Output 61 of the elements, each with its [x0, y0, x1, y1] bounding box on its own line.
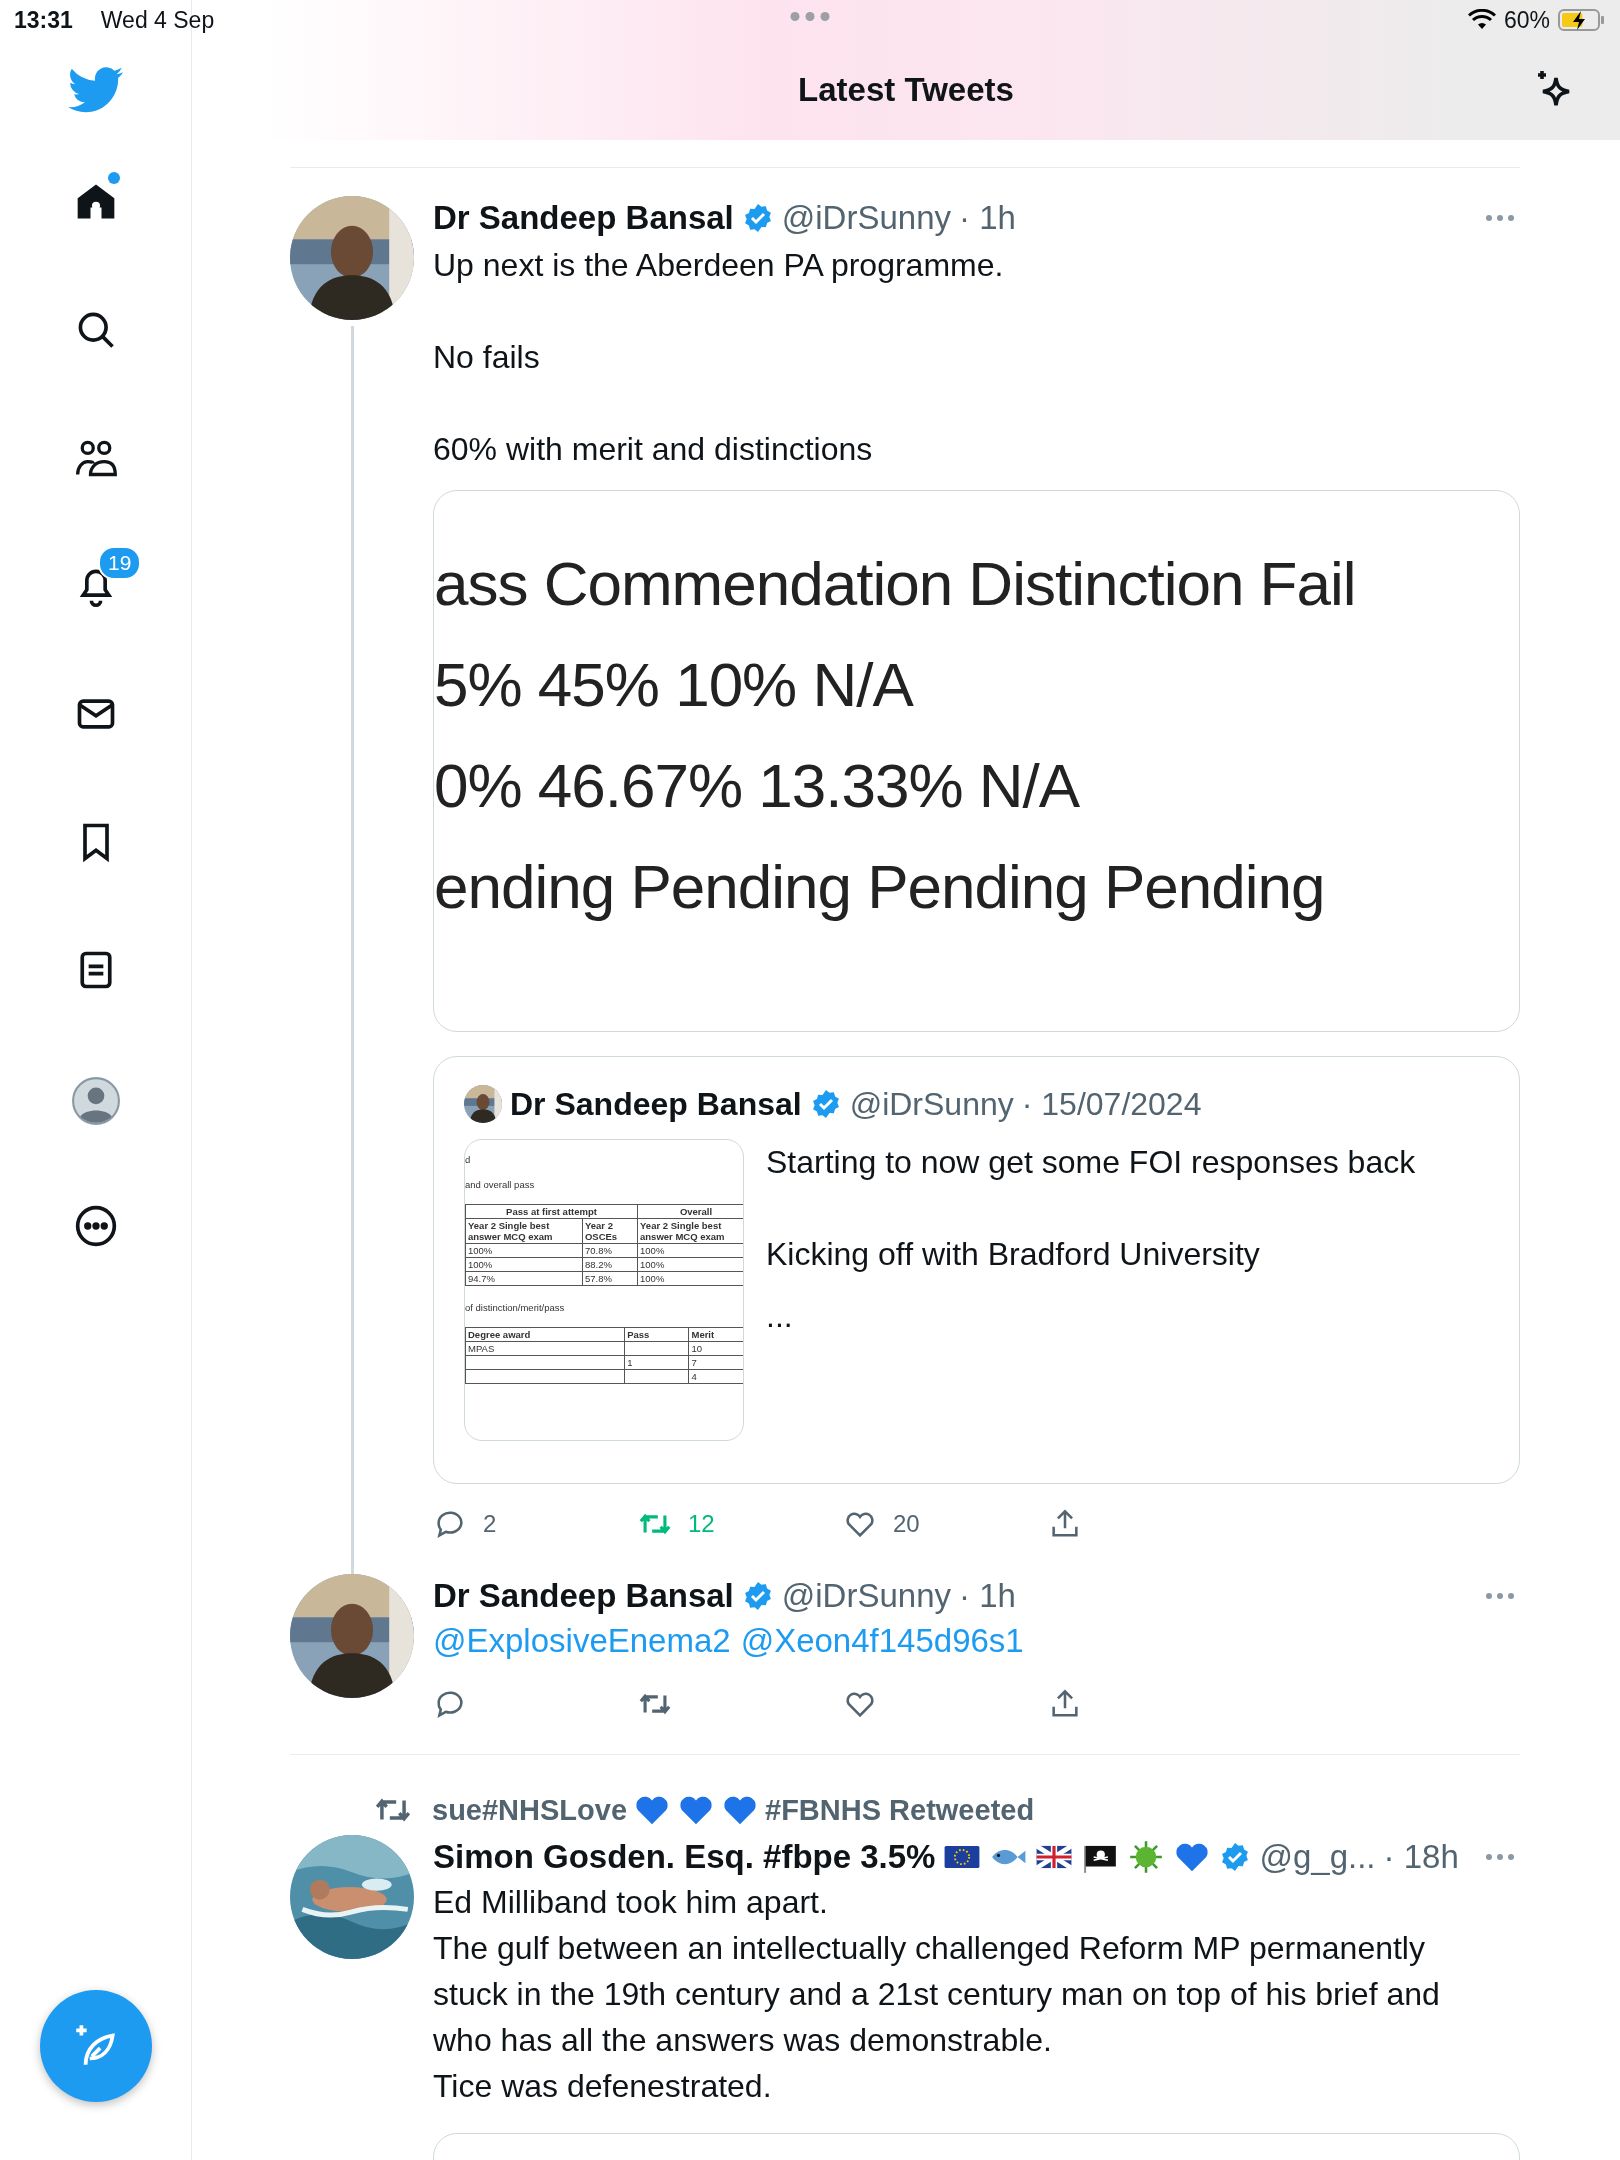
table-cell: Pass	[624, 1327, 689, 1342]
document-text: d	[465, 1154, 472, 1165]
author-name[interactable]: Dr Sandeep Bansal	[433, 196, 734, 240]
document-text: and overall pass	[465, 1179, 536, 1190]
retweeted-label: #FBNHS Retweeted	[765, 1793, 1035, 1827]
tweet-text: No fails	[433, 338, 541, 377]
tweet-image[interactable]: ass Commendation Distinction Fail 5% 45% 10% N/A 0% 46.67% 13.33% N/A ending Pending Pending Pending	[433, 490, 1520, 1032]
tweet-time: · 18h	[1383, 1837, 1459, 1877]
reply-count: 2	[483, 1510, 497, 1538]
tweet-text: Ed Milliband took him apart. The gulf between an intellectually challenged Reform MP permanently stuck in the 19th century and a 21st century man on top of his brief and who has all the answers was demonstrable. Tice was defenestrated.	[433, 1883, 1441, 2106]
profile-icon[interactable]	[70, 1076, 121, 1126]
tweet-text: 60% with merit and distinctions	[433, 430, 874, 469]
table-cell: 88.2%	[582, 1257, 638, 1272]
author-handle: @iDrSunny	[849, 1085, 1014, 1123]
wifi-icon	[1467, 9, 1496, 31]
status-date: Wed 4 Sep	[100, 6, 215, 34]
tweet-time: · 1h	[959, 198, 1016, 238]
battery-percent: 60%	[1503, 6, 1550, 34]
author-name[interactable]: Dr Sandeep Bansal	[433, 1574, 734, 1618]
table-cell: MPAS	[465, 1341, 625, 1356]
table-cell: Merit	[688, 1327, 743, 1342]
compose-button[interactable]	[40, 1990, 152, 2102]
document-text: of distinction/merit/pass	[465, 1302, 566, 1313]
more-options-icon[interactable]	[1484, 1852, 1516, 1862]
table-cell: Degree award	[465, 1327, 625, 1342]
status-time: 13:31	[14, 6, 73, 34]
author-handle: @iDrSunny	[781, 198, 951, 238]
notification-badge: 19	[98, 546, 142, 580]
tweet-text: ...	[766, 1297, 794, 1336]
tweet-time: · 1h	[959, 1576, 1016, 1616]
more-options-icon[interactable]	[1484, 213, 1516, 223]
like-count: 20	[893, 1510, 920, 1538]
quoted-tweet[interactable]	[433, 1056, 1520, 1484]
tweet-text: Starting to now get some FOI responses back	[766, 1143, 1416, 1182]
page-title: Latest Tweets	[798, 71, 1014, 109]
table-cell: 100%	[465, 1257, 583, 1272]
table-cell: Year 2 OSCEs	[582, 1218, 638, 1244]
more-options-icon[interactable]	[1484, 1591, 1516, 1601]
author-handle: @iDrSunny	[781, 1576, 951, 1616]
image-text: 0% 46.67% 13.33% N/A	[434, 750, 1081, 822]
image-text: ass Commendation Distinction Fail	[434, 548, 1357, 620]
table-cell: 100%	[465, 1243, 583, 1258]
table-cell: 94.7%	[465, 1271, 583, 1286]
table-cell: 57.8%	[582, 1271, 638, 1286]
table-cell: 1	[624, 1355, 689, 1370]
author-name: Dr Sandeep Bansal	[510, 1085, 802, 1123]
author-name[interactable]: Simon Gosden. Esq. #fbpe 3.5%	[433, 1835, 936, 1879]
author-handle: @g_g...	[1259, 1837, 1376, 1877]
retweet-count: 12	[688, 1510, 715, 1538]
table-cell: 70.8%	[582, 1243, 638, 1258]
table-cell: Overall	[637, 1204, 743, 1219]
tweet-text: Up next is the Aberdeen PA programme.	[433, 246, 1005, 285]
image-text: 5% 45% 10% N/A	[434, 649, 915, 721]
table-cell: Year 2 Single best answer MCQ exam	[465, 1218, 583, 1244]
tweet-date: · 15/07/2024	[1021, 1085, 1202, 1123]
table-cell: Pass at first attempt	[465, 1204, 638, 1219]
tweet-text: Kicking off with Bradford University	[766, 1235, 1261, 1274]
retweeter-name: sue#NHSLove	[432, 1793, 627, 1827]
more-icon[interactable]	[73, 1204, 118, 1248]
document-thumbnail[interactable]	[464, 1139, 744, 1441]
image-text: ending Pending Pending Pending	[434, 851, 1326, 923]
